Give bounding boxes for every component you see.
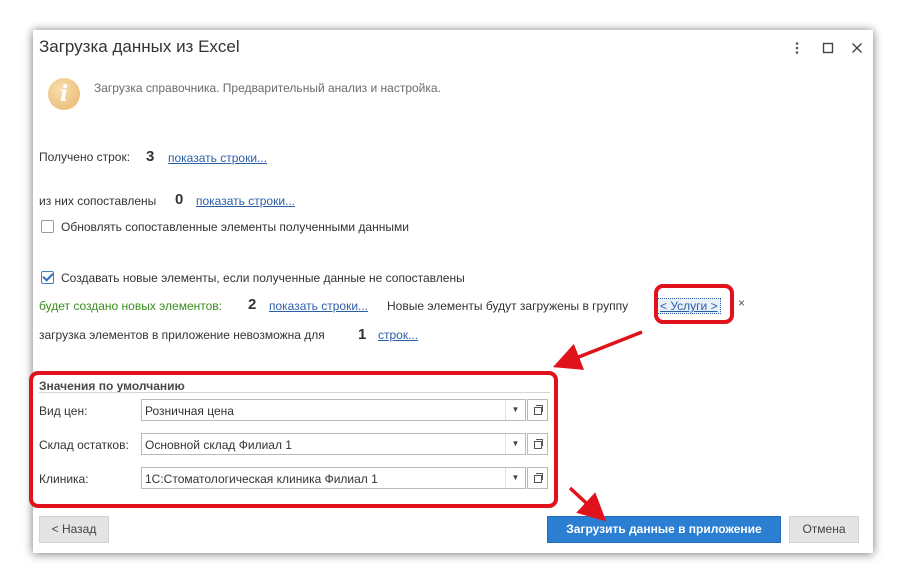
dialog-title: Загрузка данных из Excel [39, 37, 240, 56]
import-dialog: Загрузка данных из Excel i Загрузка спра… [33, 30, 873, 553]
group-text: Новые элементы будут загружены в группу [387, 299, 629, 313]
show-received-rows-link[interactable]: показать строки... [168, 151, 267, 165]
defaults-divider [39, 392, 550, 393]
show-impossible-rows-link[interactable]: строк... [378, 328, 418, 342]
back-button[interactable]: < Назад [39, 516, 109, 543]
open-warehouse-icon[interactable] [527, 433, 548, 455]
group-services-link[interactable]: < Услуги > [657, 298, 721, 314]
chevron-down-icon[interactable]: ▼ [505, 434, 525, 454]
show-new-rows-link[interactable]: показать строки... [269, 299, 368, 313]
received-label: Получено строк: [39, 150, 131, 164]
price-type-select[interactable]: Розничная цена ▼ [141, 399, 526, 421]
clinic-value: 1С:Стоматологическая клиника Филиал 1 [145, 472, 378, 486]
update-matched-label: Обновлять сопоставленные элементы получе… [61, 220, 409, 234]
received-count: 3 [146, 148, 155, 165]
close-icon[interactable] [849, 40, 865, 56]
warehouse-select[interactable]: Основной склад Филиал 1 ▼ [141, 433, 526, 455]
impossible-count: 1 [358, 326, 367, 343]
more-vertical-icon[interactable] [789, 40, 805, 56]
update-matched-checkbox[interactable] [41, 220, 54, 233]
clinic-select[interactable]: 1С:Стоматологическая клиника Филиал 1 ▼ [141, 467, 526, 489]
defaults-section-title: Значения по умолчанию [39, 379, 185, 393]
open-clinic-icon[interactable] [527, 467, 548, 489]
price-type-value: Розничная цена [145, 404, 234, 418]
info-icon: i [48, 78, 80, 110]
matched-count: 0 [175, 191, 184, 208]
clear-group-icon[interactable]: × [738, 296, 745, 310]
clinic-label: Клиника: [39, 472, 89, 486]
impossible-label: загрузка элементов в приложение невозмож… [39, 328, 325, 342]
matched-label: из них сопоставлены [39, 194, 157, 208]
load-data-button[interactable]: Загрузить данные в приложение [547, 516, 781, 543]
chevron-down-icon[interactable]: ▼ [505, 468, 525, 488]
new-elements-label: будет создано новых элементов: [39, 299, 223, 313]
new-elements-count: 2 [248, 296, 257, 313]
warehouse-value: Основной склад Филиал 1 [145, 438, 292, 452]
cancel-button[interactable]: Отмена [789, 516, 859, 543]
create-new-checkbox[interactable] [41, 271, 54, 284]
chevron-down-icon[interactable]: ▼ [505, 400, 525, 420]
info-text: Загрузка справочника. Предварительный ан… [94, 81, 441, 95]
warehouse-label: Склад остатков: [39, 438, 129, 452]
create-new-label: Создавать новые элементы, если полученны… [61, 271, 465, 285]
price-type-label: Вид цен: [39, 404, 88, 418]
maximize-icon[interactable] [820, 40, 836, 56]
open-price-type-icon[interactable] [527, 399, 548, 421]
show-matched-rows-link[interactable]: показать строки... [196, 194, 295, 208]
